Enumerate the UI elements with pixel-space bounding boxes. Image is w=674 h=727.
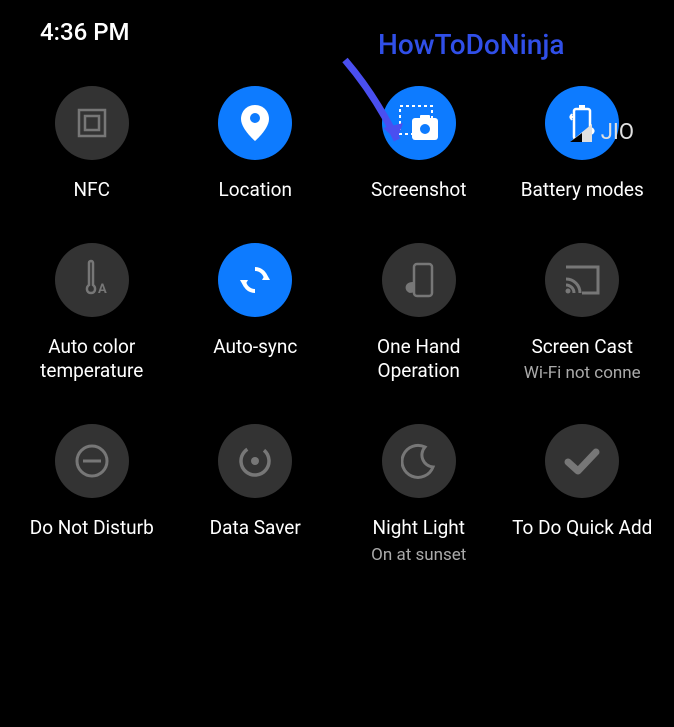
tile-label: Screen Cast bbox=[531, 335, 633, 360]
tile-auto-color-temperature[interactable]: A Auto color temperature bbox=[10, 243, 174, 384]
tile-label: Do Not Disturb bbox=[30, 516, 154, 541]
status-bar: 4:36 PM bbox=[0, 0, 674, 56]
tile-auto-sync[interactable]: Auto-sync bbox=[174, 243, 338, 384]
tile-label: Screenshot bbox=[371, 178, 466, 203]
tile-nfc[interactable]: NFC bbox=[10, 86, 174, 203]
status-right: JIO bbox=[569, 120, 634, 145]
tile-sublabel: Wi-Fi not conne bbox=[524, 363, 641, 383]
tile-label: Auto color temperature bbox=[17, 335, 167, 384]
tile-do-not-disturb[interactable]: Do Not Disturb bbox=[10, 424, 174, 565]
carrier-label: JIO bbox=[601, 120, 634, 145]
tile-screen-cast[interactable]: Screen Cast Wi-Fi not conne bbox=[501, 243, 665, 384]
tile-label: Location bbox=[218, 178, 292, 203]
tile-label: Data Saver bbox=[210, 516, 301, 541]
location-icon bbox=[218, 86, 292, 160]
signal-icon bbox=[569, 123, 593, 143]
tile-label: Night Light bbox=[373, 516, 465, 541]
svg-text:A: A bbox=[98, 282, 107, 297]
tile-label: To Do Quick Add bbox=[512, 516, 652, 541]
tile-location[interactable]: Location bbox=[174, 86, 338, 203]
tile-night-light[interactable]: Night Light On at sunset bbox=[337, 424, 501, 565]
one-hand-icon bbox=[382, 243, 456, 317]
tile-data-saver[interactable]: Data Saver bbox=[174, 424, 338, 565]
cast-icon bbox=[545, 243, 619, 317]
tile-sublabel: On at sunset bbox=[371, 545, 466, 565]
moon-icon bbox=[382, 424, 456, 498]
sync-icon bbox=[218, 243, 292, 317]
tile-label: Auto-sync bbox=[213, 335, 297, 360]
tile-todo-quick-add[interactable]: To Do Quick Add bbox=[501, 424, 665, 565]
dnd-icon bbox=[55, 424, 129, 498]
tile-label: Battery modes bbox=[521, 178, 644, 203]
checkmark-icon bbox=[545, 424, 619, 498]
tile-one-hand-operation[interactable]: One Hand Operation bbox=[337, 243, 501, 384]
annotation-arrow-icon bbox=[325, 55, 425, 155]
data-saver-icon bbox=[218, 424, 292, 498]
tile-label: NFC bbox=[74, 178, 110, 203]
status-time: 4:36 PM bbox=[40, 18, 130, 46]
tile-label: One Hand Operation bbox=[344, 335, 494, 384]
nfc-icon bbox=[55, 86, 129, 160]
thermometer-icon: A bbox=[55, 243, 129, 317]
